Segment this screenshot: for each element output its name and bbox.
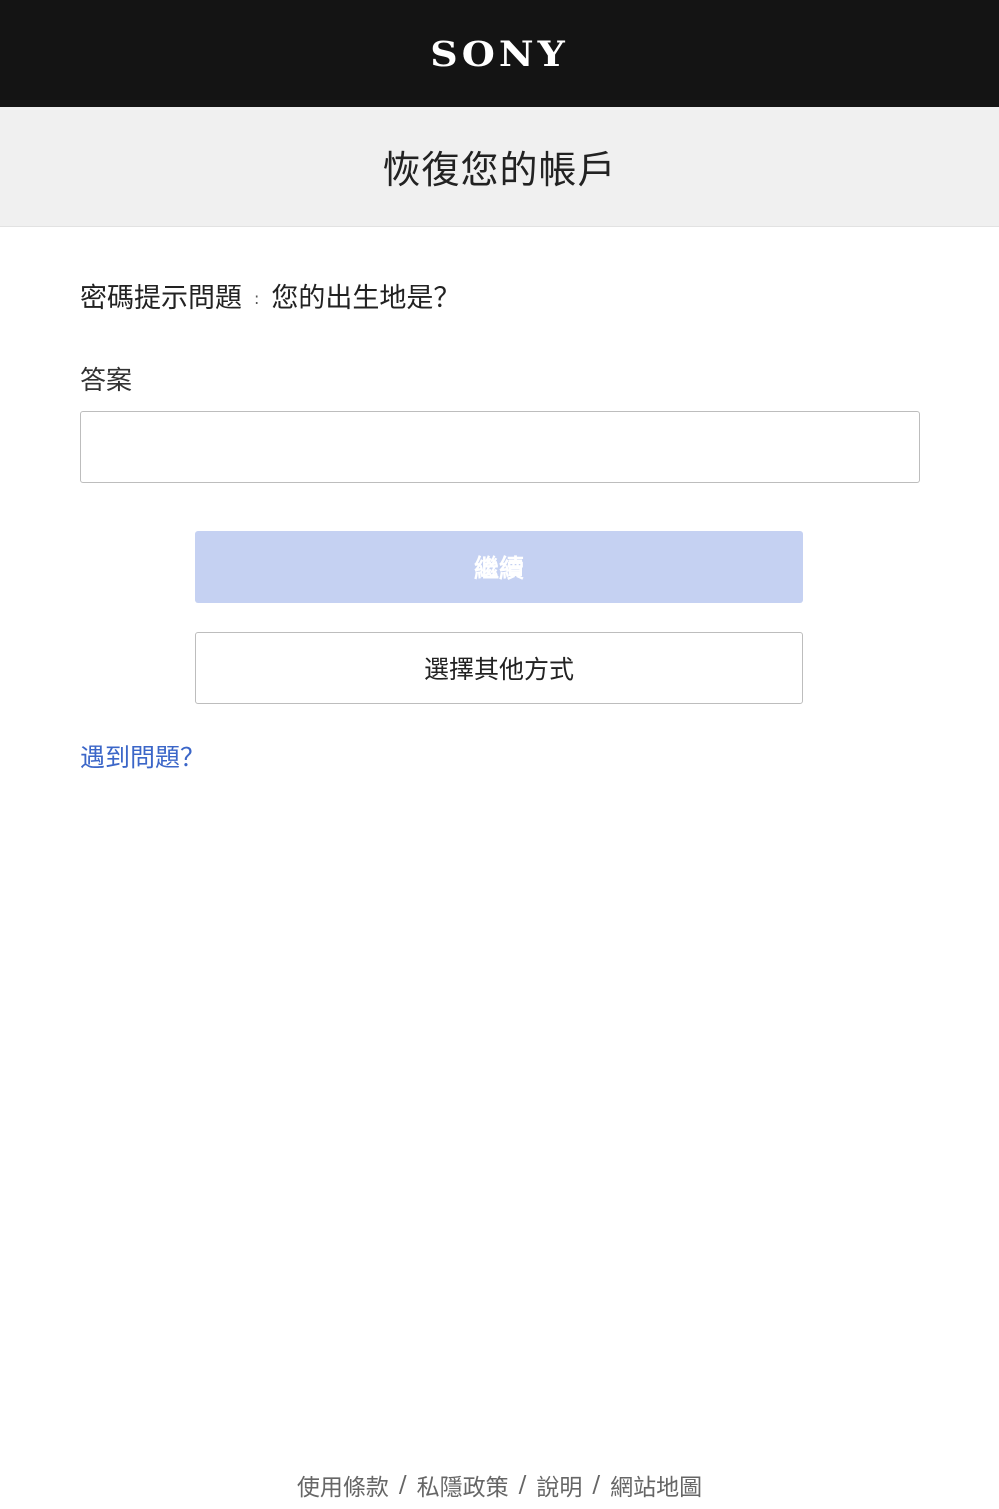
footer-link-sitemap[interactable]: 網站地圖 bbox=[610, 1468, 702, 1502]
question-colon: : bbox=[254, 289, 260, 308]
sony-logo[interactable]: SONY bbox=[430, 33, 568, 74]
footer-link-terms[interactable]: 使用條款 bbox=[297, 1468, 389, 1502]
footer-separator: / bbox=[518, 1472, 527, 1498]
footer-separator: / bbox=[398, 1472, 407, 1498]
footer-separator: / bbox=[592, 1472, 601, 1498]
page-title: 恢復您的帳戶 bbox=[382, 148, 617, 192]
continue-button[interactable]: 繼續 bbox=[195, 531, 803, 603]
having-trouble-link[interactable]: 遇到問題？ bbox=[80, 738, 205, 774]
answer-label: 答案 bbox=[80, 366, 133, 396]
hint-question: 密碼提示問題 : 您的出生地是？ bbox=[80, 276, 460, 315]
answer-input[interactable] bbox=[80, 411, 920, 483]
question-label: 密碼提示問題 bbox=[80, 283, 242, 314]
footer: 使用條款 / 私隱政策 / 說明 / 網站地圖 bbox=[0, 1468, 999, 1502]
title-band: 恢復您的帳戶 bbox=[0, 107, 999, 227]
page: SONY 恢復您的帳戶 密碼提示問題 : 您的出生地是？ 答案 繼續 選擇其他方… bbox=[0, 0, 999, 1509]
question-text: 您的出生地是？ bbox=[271, 283, 461, 314]
footer-link-privacy[interactable]: 私隱政策 bbox=[417, 1468, 509, 1502]
choose-other-method-button[interactable]: 選擇其他方式 bbox=[195, 632, 803, 704]
top-bar: SONY bbox=[0, 0, 999, 107]
footer-link-help[interactable]: 說明 bbox=[536, 1468, 582, 1502]
